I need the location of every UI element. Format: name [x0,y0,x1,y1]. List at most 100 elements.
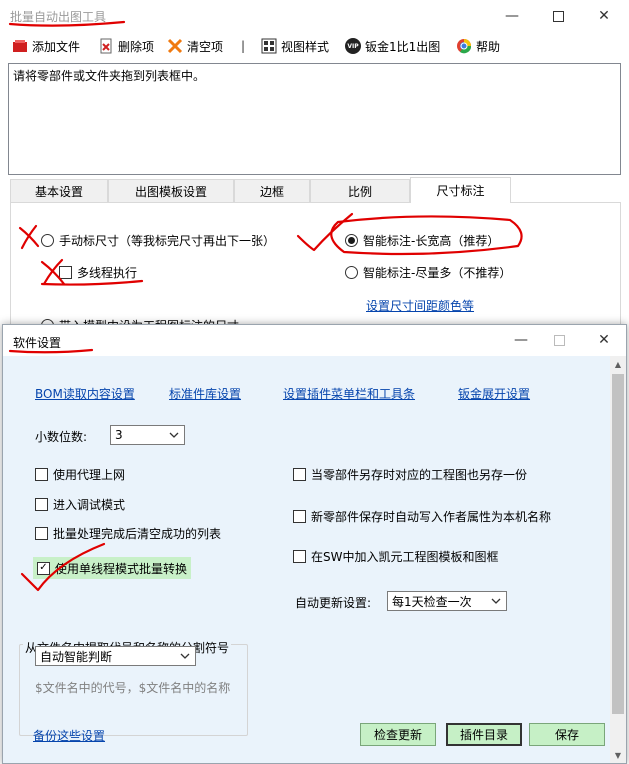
dimension-color-link[interactable]: 设置尺寸间距颜色等 [366,297,474,314]
author-property-checkbox[interactable] [293,510,306,523]
view-style-label: 视图样式 [281,39,330,54]
decimal-value: 3 [115,428,123,442]
scroll-thumb[interactable] [612,374,624,714]
file-list-hint: 请将零部件或文件夹拖到列表框中。 [13,69,206,83]
chevron-down-icon [169,432,179,438]
scroll-up-icon[interactable]: ▲ [610,356,626,372]
tab-template-settings[interactable]: 出图模板设置 [108,179,234,202]
add-file-button[interactable]: 添加文件 [12,34,80,58]
debug-checkbox[interactable] [35,498,48,511]
clear-items-button[interactable]: 清空项 [167,34,223,58]
author-property-option[interactable]: 新零部件保存时自动写入作者属性为本机名称 [293,508,551,525]
clear-success-option[interactable]: 批量处理完成后清空成功的列表 [35,525,221,542]
sheetmetal-1to1-label: 钣金1比1出图 [365,39,441,54]
sheetmetal-unfold-link[interactable]: 钣金展开设置 [458,385,530,402]
view-style-icon [261,38,277,54]
save-button[interactable]: 保存 [529,723,605,746]
smart-more-label: 智能标注-尽量多（不推荐） [363,266,512,280]
tab-label: 尺寸标注 [436,184,485,198]
scroll-down-icon[interactable]: ▼ [610,747,626,763]
tab-dimension[interactable]: 尺寸标注 [410,177,511,203]
standard-parts-link[interactable]: 标准件库设置 [169,385,241,402]
check-update-button[interactable]: 检查更新 [360,723,436,746]
dialog-scrollbar[interactable]: ▲ ▼ [610,356,626,763]
delete-item-label: 删除项 [118,39,155,54]
separator-value: 自动智能判断 [40,649,113,664]
toolbar: 添加文件 删除项 清空项 | 视图样式 VIP 钣金1比1出图 帮助 [0,34,629,58]
proxy-option[interactable]: 使用代理上网 [35,466,125,483]
dialog-title: 软件设置 [13,336,62,350]
minimize-icon[interactable]: — [502,6,522,26]
maximize-icon[interactable] [548,6,568,26]
add-file-label: 添加文件 [32,39,81,54]
auto-update-select[interactable]: 每1天检查一次 [387,591,507,611]
toolbar-separator: | [241,39,246,53]
multithread-label: 多线程执行 [77,266,138,280]
tab-border[interactable]: 边框 [234,179,310,202]
separator-select[interactable]: 自动智能判断 [35,646,196,666]
tab-basic-settings[interactable]: 基本设置 [10,179,108,202]
help-icon [456,38,472,54]
backup-settings-link[interactable]: 备份这些设置 [33,727,105,744]
dialog-minimize-icon[interactable]: — [511,330,531,350]
clear-icon [167,38,183,54]
proxy-label: 使用代理上网 [53,468,126,482]
settings-dialog: 软件设置 — ✕ BOM读取内容设置 标准件库设置 设置插件菜单栏和工具条 钣金… [2,324,627,764]
help-button[interactable]: 帮助 [456,34,500,58]
clear-success-label: 批量处理完成后清空成功的列表 [53,527,222,541]
bom-settings-link[interactable]: BOM读取内容设置 [35,385,135,402]
dialog-titlebar: 软件设置 — ✕ [3,325,626,356]
author-property-label: 新零部件保存时自动写入作者属性为本机名称 [311,510,552,524]
tab-label: 比例 [347,184,372,199]
saveas-drawing-checkbox[interactable] [293,468,306,481]
view-style-button[interactable]: 视图样式 [261,34,329,58]
auto-update-value: 每1天检查一次 [392,594,472,609]
tab-label: 边框 [259,184,284,199]
help-label: 帮助 [476,39,501,54]
close-icon[interactable]: ✕ [594,6,614,26]
manual-dimension-radio[interactable] [41,234,54,247]
sw-template-checkbox[interactable] [293,550,306,563]
debug-option[interactable]: 进入调试模式 [35,496,125,513]
single-thread-label: 使用单线程模式批量转换 [55,561,188,576]
decimal-select[interactable]: 3 [110,425,185,445]
manual-dimension-option[interactable]: 手动标尺寸（等我标完尺寸再出下一张） [41,232,275,249]
proxy-checkbox[interactable] [35,468,48,481]
single-thread-option[interactable]: ✓ 使用单线程模式批量转换 [33,557,192,579]
smart-long-radio[interactable] [345,234,358,247]
decimal-label: 小数位数: [35,430,88,444]
menu-toolbar-link[interactable]: 设置插件菜单栏和工具条 [283,385,415,402]
debug-label: 进入调试模式 [53,498,126,512]
main-window-title: 批量自动出图工具 [10,10,107,24]
plugin-folder-button[interactable]: 插件目录 [446,723,522,746]
multithread-option[interactable]: 多线程执行 [59,264,137,281]
delete-item-button[interactable]: 删除项 [98,34,154,58]
multithread-checkbox[interactable] [59,266,72,279]
tab-strip: 基本设置 出图模板设置 边框 比例 尺寸标注 [10,177,621,203]
smart-more-option[interactable]: 智能标注-尽量多（不推荐） [345,264,511,281]
tab-label: 基本设置 [34,184,83,199]
separator-hint: $文件名中的代号，$文件名中的名称 [35,681,231,695]
chevron-down-icon [491,598,501,604]
add-file-icon [12,38,28,54]
file-list[interactable]: 请将零部件或文件夹拖到列表框中。 [8,63,621,175]
sheetmetal-1to1-button[interactable]: VIP 钣金1比1出图 [345,34,440,58]
manual-dimension-label: 手动标尺寸（等我标完尺寸再出下一张） [59,234,276,248]
smart-more-radio[interactable] [345,266,358,279]
smart-long-option[interactable]: 智能标注-长宽高（推荐） [345,232,499,249]
smart-long-label: 智能标注-长宽高（推荐） [363,234,500,248]
tab-scale[interactable]: 比例 [310,179,410,202]
chevron-down-icon [180,653,190,659]
dialog-close-icon[interactable]: ✕ [594,330,614,350]
dialog-maximize-icon[interactable] [549,330,569,350]
dimension-tab-panel: 手动标尺寸（等我标完尺寸再出下一张） 多线程执行 智能标注-长宽高（推荐） 智能… [10,202,621,342]
dialog-body: BOM读取内容设置 标准件库设置 设置插件菜单栏和工具条 钣金展开设置 小数位数… [3,356,610,763]
clear-success-checkbox[interactable] [35,527,48,540]
saveas-drawing-option[interactable]: 当零部件另存时对应的工程图也另存一份 [293,466,527,483]
sw-template-label: 在SW中加入凯元工程图模板和图框 [311,550,499,564]
sw-template-option[interactable]: 在SW中加入凯元工程图模板和图框 [293,548,498,565]
clear-items-label: 清空项 [187,39,224,54]
saveas-drawing-label: 当零部件另存时对应的工程图也另存一份 [311,468,528,482]
single-thread-checkbox[interactable]: ✓ [37,561,50,575]
delete-icon [98,38,114,54]
